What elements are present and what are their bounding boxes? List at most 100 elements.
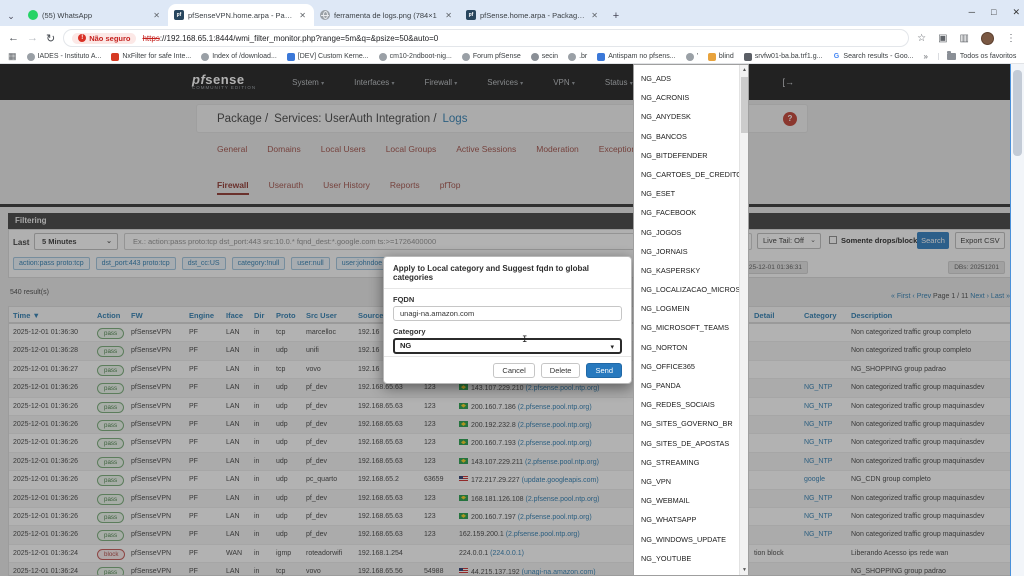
dropdown-option[interactable]: NG_JOGOS [634,223,739,242]
tab-search-icon[interactable]: ⌄ [0,6,22,26]
url-field[interactable]: ! Não seguro https://192.168.65.1:8444/w… [63,29,909,47]
dropdown-option[interactable]: NG_NORTON [634,338,739,357]
dropdown-option[interactable]: NG_BANCOS [634,127,739,146]
google-favicon-icon: G [832,53,840,61]
dropdown-option[interactable]: NG_LOCALIZACAO_MICROSOFT [634,280,739,299]
bookmark-label: cm10-2ndboot-nig... [390,53,452,60]
dropdown-option[interactable]: NG_WEBMAIL [634,491,739,510]
browser-tab[interactable]: ferramenta de logs.png (784×1 ✕ [314,4,460,26]
dropdown-option[interactable]: NG_ESET [634,184,739,203]
profile-avatar[interactable] [981,32,994,45]
bookmark-item[interactable]: secin [531,53,558,61]
screen: ⌄ (55) WhatsApp ✕ pf pfSenseVPN.home.arpa -… [0,0,1024,576]
bookmark-star-icon[interactable]: ☆ [917,33,926,44]
scroll-up-icon[interactable]: ▲ [740,67,749,73]
tab-close-icon[interactable]: ✕ [151,11,162,20]
bookmark-item[interactable]: .br [568,53,587,61]
browser-tab[interactable]: pfpfSenseVPN.home.arpa - Packa✕ [168,4,314,26]
globe-favicon-icon [201,53,209,61]
delete-button[interactable]: Delete [541,363,581,378]
bookmark-item[interactable]: blind [708,53,734,61]
browser-tab[interactable]: pfpfSense.home.arpa - Package: f✕ [460,4,606,26]
bookmark-item[interactable]: Forum pfSense [462,53,521,61]
tab-title: pfSenseVPN.home.arpa - Packa [188,11,293,20]
category-label: Category [393,327,622,336]
new-tab-button[interactable]: + [606,6,626,26]
bookmark-item[interactable]: NxFilter for safe Inte... [111,53,191,61]
forward-icon[interactable]: → [27,32,38,44]
folder-icon [947,53,956,60]
bookmark-item[interactable]: ' [686,53,698,61]
warning-icon: ! [78,34,86,42]
send-button[interactable]: Send [586,363,622,378]
tab-close-icon[interactable]: ✕ [443,11,454,20]
tab-title: ferramenta de logs.png (784×1 [334,11,439,20]
dropdown-scrollbar-thumb[interactable] [741,77,748,133]
url-text: https://192.168.65.1:8444/wmi_filter_mon… [142,34,438,43]
dropdown-option[interactable]: NG_PANDA [634,376,739,395]
category-modal: Apply to Local category and Suggest fqdn… [383,256,632,384]
dropdown-option[interactable]: NG_YOUTUBE [634,549,739,568]
pfsense-favicon-icon: pf [466,10,476,20]
modal-title: Apply to Local category and Suggest fqdn… [384,257,631,289]
all-bookmarks-button[interactable]: Todos os favoritos [938,53,1016,60]
browser-tab[interactable]: (55) WhatsApp ✕ [22,4,168,26]
bookmark-item[interactable]: srvfw01-ba.ba.trf1.g... [744,53,823,61]
dropdown-scrollbar[interactable]: ▲ ▼ [739,65,748,575]
bookmark-item[interactable]: Antispam no pfsens... [597,53,675,61]
dropdown-option[interactable]: NG_WHATSAPP [634,510,739,529]
dropdown-option[interactable]: NG_ACRONIS [634,88,739,107]
scroll-down-icon[interactable]: ▼ [740,567,749,573]
bookmarks-bar: ▦ IADES - Instituto A... NxFilter for saf… [0,50,1024,64]
not-secure-badge[interactable]: ! Não seguro [72,33,136,44]
window-maximize-button[interactable]: □ [991,7,996,17]
blue-favicon-icon [287,53,295,61]
browser-tabstrip: ⌄ (55) WhatsApp ✕ pf pfSenseVPN.home.arpa -… [0,0,1024,26]
bookmark-item[interactable]: Index of /download... [201,53,277,61]
text-cursor: I [522,335,527,345]
cancel-button[interactable]: Cancel [493,363,534,378]
bookmark-item[interactable]: cm10-2ndboot-nig... [379,53,452,61]
dropdown-option[interactable]: NG_BITDEFENDER [634,146,739,165]
extensions-icon[interactable]: ▣ [938,33,947,44]
fqdn-label: FQDN [393,295,622,304]
dropdown-option[interactable]: NG_LOGMEIN [634,299,739,318]
back-icon[interactable]: ← [8,32,19,44]
dropdown-option[interactable]: NG_KASPERSKY [634,261,739,280]
fqdn-input[interactable]: unagi-na.amazon.com [393,306,622,321]
dropdown-option[interactable]: NG_STREAMING [634,453,739,472]
dropdown-option[interactable]: NG_REDES_SOCIAIS [634,395,739,414]
tab-close-icon[interactable]: ✕ [589,11,600,20]
dropdown-option[interactable]: NG_OFFICE365 [634,357,739,376]
chrome-menu-icon[interactable]: ⋮ [1006,33,1016,44]
dropdown-option[interactable]: NG_FACEBOOK [634,203,739,222]
tab-title: (55) WhatsApp [42,11,147,20]
dropdown-option[interactable]: NG_WINDOWS_UPDATE [634,530,739,549]
dropdown-option[interactable]: NG_JORNAIS [634,242,739,261]
bookmark-item[interactable]: GSearch results - Goo... [832,53,913,61]
dropdown-option[interactable]: NG_MICROSOFT_TEAMS [634,318,739,337]
window-close-button[interactable]: ✕ [1012,7,1020,18]
tab-close-icon[interactable]: ✕ [297,11,308,20]
window-minimize-button[interactable]: ─ [969,7,975,17]
side-panel-icon[interactable]: ▥ [960,33,969,44]
bookmark-label: NxFilter for safe Inte... [122,53,191,60]
scrollbar-thumb[interactable] [1013,70,1022,156]
page-scrollbar[interactable] [1010,64,1024,576]
bookmark-item[interactable]: [DEV] Custom Kerne... [287,53,369,61]
apps-grid-icon[interactable]: ▦ [8,51,17,62]
bookmark-label: Search results - Goo... [843,53,913,60]
dropdown-option[interactable]: NG_SITES_DE_APOSTAS [634,434,739,453]
bookmark-item[interactable]: IADES - Instituto A... [27,53,102,61]
dropdown-option[interactable]: NG_CARTOES_DE_CREDITO [634,165,739,184]
dropdown-option[interactable]: NG_ADS [634,69,739,88]
bookmarks-overflow-icon[interactable]: » [923,52,927,61]
dropdown-option[interactable]: NG_VPN [634,472,739,491]
category-dropdown: NG_ADSNG_ACRONISNG_ANYDESKNG_BANCOSNG_BI… [633,64,749,576]
category-select[interactable]: NG▾ [393,338,622,354]
dropdown-option[interactable]: NG_SITES_GOVERNO_BR [634,414,739,433]
browser-addressbar: ← → ↻ ! Não seguro https://192.168.65.1:… [0,26,1024,50]
reload-icon[interactable]: ↻ [46,32,55,45]
dropdown-option[interactable]: NG_ANYDESK [634,107,739,126]
globe-favicon-icon [27,53,35,61]
